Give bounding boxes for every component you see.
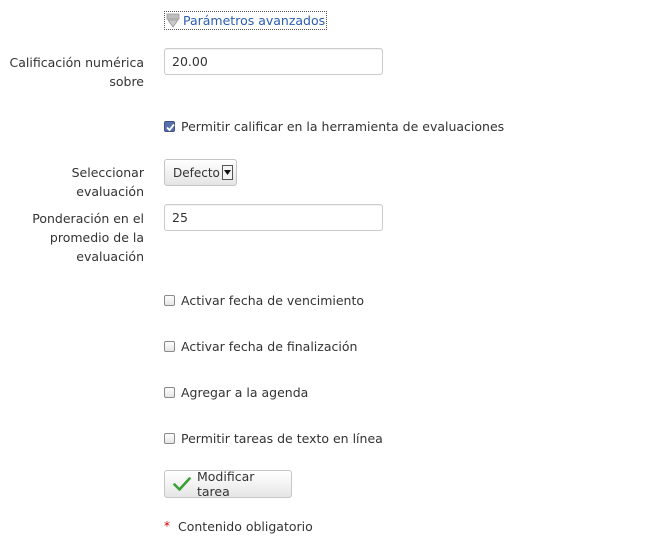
allow-grading-checkbox-row[interactable]: Permitir calificar en la herramienta de … — [164, 117, 504, 135]
add-to-agenda-checkbox[interactable] — [164, 386, 175, 398]
checkmark-icon — [173, 476, 191, 492]
grade-label-line-1: Calificación numérica — [9, 55, 145, 70]
evaluation-selected-value: Defecto — [173, 165, 220, 180]
end-date-checkbox[interactable] — [164, 340, 175, 352]
weight-label-line-3: evaluación — [76, 249, 144, 264]
modify-task-button[interactable]: Modificar tarea — [164, 469, 292, 499]
end-date-label: Activar fecha de finalización — [181, 338, 358, 354]
online-text-checkbox-row[interactable]: Permitir tareas de texto en línea — [164, 429, 383, 447]
end-date-checkbox-row[interactable]: Activar fecha de finalización — [164, 337, 357, 355]
modify-task-label: Modificar tarea — [197, 469, 255, 499]
weight-label-line-2: promedio de la — [49, 230, 144, 245]
required-fields-note: * Contenido obligatorio — [164, 517, 313, 535]
required-marker: * — [164, 519, 170, 533]
advanced-parameters-link[interactable]: Parámetros avanzados — [163, 11, 328, 30]
due-date-checkbox-row[interactable]: Activar fecha de vencimiento — [164, 291, 364, 309]
due-date-checkbox[interactable] — [164, 294, 175, 306]
required-note-text: Contenido obligatorio — [178, 518, 313, 534]
add-to-agenda-label: Agregar a la agenda — [181, 384, 309, 400]
grade-input[interactable] — [164, 48, 383, 75]
advanced-parameters-label: Parámetros avanzados — [183, 13, 326, 28]
grade-label-line-2: sobre — [109, 74, 144, 89]
dropdown-arrow-icon — [222, 165, 233, 180]
weight-label-line-1: Ponderación en el — [32, 211, 144, 226]
add-to-agenda-checkbox-row[interactable]: Agregar a la agenda — [164, 383, 308, 401]
expand-arrow-icon — [165, 13, 183, 29]
online-text-checkbox[interactable] — [164, 432, 175, 444]
weight-input[interactable] — [164, 204, 383, 231]
evaluation-label: Seleccionar evaluación — [71, 165, 144, 199]
due-date-label: Activar fecha de vencimiento — [181, 292, 365, 308]
grade-label: Calificación numérica sobre — [10, 53, 145, 91]
allow-grading-checkbox[interactable] — [164, 120, 175, 132]
weight-label: Ponderación en el promedio de la evaluac… — [32, 209, 144, 266]
evaluation-select[interactable]: Defecto — [164, 159, 237, 186]
assignment-settings-form: Parámetros avanzados Calificación numéri… — [0, 0, 648, 548]
online-text-label: Permitir tareas de texto en línea — [181, 430, 383, 446]
allow-grading-label: Permitir calificar en la herramienta de … — [181, 118, 505, 134]
